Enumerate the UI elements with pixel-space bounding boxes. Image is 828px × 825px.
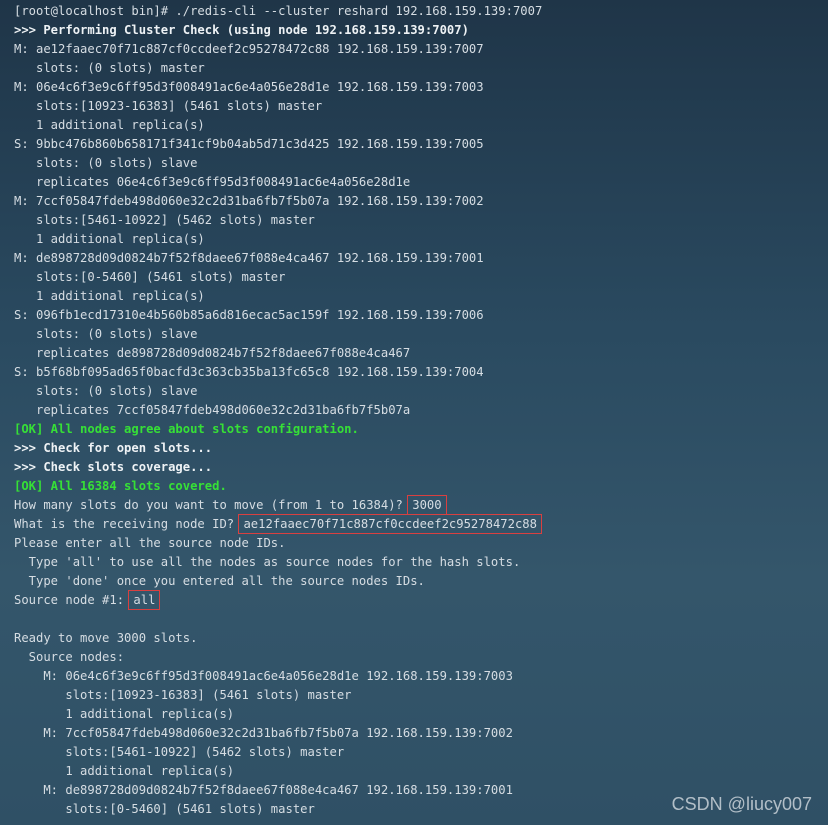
terminal-line: slots: (0 slots) slave xyxy=(14,382,828,401)
prompt-line: How many slots do you want to move (from… xyxy=(14,495,828,515)
terminal-line: Source nodes: xyxy=(14,648,828,667)
highlighted-input: 3000 xyxy=(407,495,447,515)
line-text: 1 additional replica(s) xyxy=(14,764,235,778)
line-text: M: de898728d09d0824b7f52f8daee67f088e4ca… xyxy=(14,251,484,265)
terminal-line: M: 06e4c6f3e9c6ff95d3f008491ac6e4a056e28… xyxy=(14,667,828,686)
line-text: M: 06e4c6f3e9c6ff95d3f008491ac6e4a056e28… xyxy=(14,80,484,94)
line-text: S: b5f68bf095ad65f0bacfd3c363cb35ba13fc6… xyxy=(14,365,484,379)
terminal-line: >>> Check for open slots... xyxy=(14,439,828,458)
terminal-line: Please enter all the source node IDs. xyxy=(14,534,828,553)
terminal-line: slots:[0-5460] (5461 slots) master xyxy=(14,268,828,287)
prompt-line: Source node #1: all xyxy=(14,590,828,610)
line-text: M: 7ccf05847fdeb498d060e32c2d31ba6fb7f5b… xyxy=(14,194,484,208)
terminal-line: M: ae12faaec70f71c887cf0ccdeef2c95278472… xyxy=(14,40,828,59)
line-text: slots:[5461-10922] (5462 slots) master xyxy=(14,745,345,759)
line-text: What is the receiving node ID? xyxy=(14,517,242,531)
terminal-line: 1 additional replica(s) xyxy=(14,705,828,724)
line-text: [root@localhost bin]# ./redis-cli --clus… xyxy=(14,4,543,18)
line-text: replicates de898728d09d0824b7f52f8daee67… xyxy=(14,346,411,360)
line-text: [OK] All nodes agree about slots configu… xyxy=(14,422,359,436)
terminal-line: Type 'done' once you entered all the sou… xyxy=(14,572,828,591)
terminal-line: replicates 06e4c6f3e9c6ff95d3f008491ac6e… xyxy=(14,173,828,192)
line-text: slots: (0 slots) slave xyxy=(14,156,198,170)
line-text: >>> Check for open slots... xyxy=(14,441,213,455)
line-text: Source node #1: xyxy=(14,593,132,607)
terminal-line: slots: (0 slots) slave xyxy=(14,154,828,173)
line-text: Ready to move 3000 slots. xyxy=(14,631,198,645)
terminal-line: 1 additional replica(s) xyxy=(14,230,828,249)
line-text: M: 7ccf05847fdeb498d060e32c2d31ba6fb7f5b… xyxy=(14,726,513,740)
terminal-line: S: 096fb1ecd17310e4b560b85a6d816ecac5ac1… xyxy=(14,306,828,325)
terminal-line: S: b5f68bf095ad65f0bacfd3c363cb35ba13fc6… xyxy=(14,363,828,382)
line-text: >>> Check slots coverage... xyxy=(14,460,213,474)
terminal-line: slots: (0 slots) master xyxy=(14,59,828,78)
line-text: How many slots do you want to move (from… xyxy=(14,498,411,512)
terminal-line: Type 'all' to use all the nodes as sourc… xyxy=(14,553,828,572)
line-text: S: 9bbc476b860b658171f341cf9b04ab5d71c3d… xyxy=(14,137,484,151)
line-text: Type 'all' to use all the nodes as sourc… xyxy=(14,555,521,569)
line-text: 1 additional replica(s) xyxy=(14,118,205,132)
line-text: 1 additional replica(s) xyxy=(14,707,235,721)
line-text: >>> Performing Cluster Check (using node… xyxy=(14,23,469,37)
terminal-line: S: 9bbc476b860b658171f341cf9b04ab5d71c3d… xyxy=(14,135,828,154)
line-text: Source nodes: xyxy=(14,650,125,664)
line-text: M: de898728d09d0824b7f52f8daee67f088e4ca… xyxy=(14,783,513,797)
line-text: slots:[0-5460] (5461 slots) master xyxy=(14,270,286,284)
line-text: M: 06e4c6f3e9c6ff95d3f008491ac6e4a056e28… xyxy=(14,669,513,683)
line-text: slots:[0-5460] (5461 slots) master xyxy=(14,802,315,816)
line-text: [OK] All 16384 slots covered. xyxy=(14,479,227,493)
terminal-line: M: de898728d09d0824b7f52f8daee67f088e4ca… xyxy=(14,249,828,268)
terminal-line: M: 7ccf05847fdeb498d060e32c2d31ba6fb7f5b… xyxy=(14,724,828,743)
highlighted-input: ae12faaec70f71c887cf0ccdeef2c95278472c88 xyxy=(238,514,542,534)
terminal-line: 1 additional replica(s) xyxy=(14,287,828,306)
line-text: 1 additional replica(s) xyxy=(14,232,205,246)
highlighted-input: all xyxy=(128,590,161,610)
line-text: slots:[10923-16383] (5461 slots) master xyxy=(14,99,323,113)
line-text: slots: (0 slots) slave xyxy=(14,327,198,341)
terminal-line: [root@localhost bin]# ./redis-cli --clus… xyxy=(14,2,828,21)
terminal-line: slots: (0 slots) slave xyxy=(14,325,828,344)
terminal-line: >>> Check slots coverage... xyxy=(14,458,828,477)
line-text: slots: (0 slots) slave xyxy=(14,384,198,398)
terminal-line: replicates de898728d09d0824b7f52f8daee67… xyxy=(14,344,828,363)
line-text: M: ae12faaec70f71c887cf0ccdeef2c95278472… xyxy=(14,42,484,56)
terminal-line: [OK] All 16384 slots covered. xyxy=(14,477,828,496)
line-text: replicates 7ccf05847fdeb498d060e32c2d31b… xyxy=(14,403,411,417)
terminal-line: slots:[10923-16383] (5461 slots) master xyxy=(14,97,828,116)
line-text: slots: (0 slots) master xyxy=(14,61,205,75)
csdn-watermark: CSDN @liucy007 xyxy=(671,794,812,814)
line-text: 1 additional replica(s) xyxy=(14,289,205,303)
terminal-line: slots:[5461-10922] (5462 slots) master xyxy=(14,743,828,762)
terminal-line: >>> Performing Cluster Check (using node… xyxy=(14,21,828,40)
line-text: S: 096fb1ecd17310e4b560b85a6d816ecac5ac1… xyxy=(14,308,484,322)
line-text: slots:[10923-16383] (5461 slots) master xyxy=(14,688,352,702)
line-text: Type 'done' once you entered all the sou… xyxy=(14,574,425,588)
line-text: slots:[5461-10922] (5462 slots) master xyxy=(14,213,315,227)
terminal-line: replicates 7ccf05847fdeb498d060e32c2d31b… xyxy=(14,401,828,420)
terminal-line: Ready to move 3000 slots. xyxy=(14,629,828,648)
terminal-line: slots:[10923-16383] (5461 slots) master xyxy=(14,686,828,705)
prompt-line: What is the receiving node ID? ae12faaec… xyxy=(14,514,828,534)
terminal-line: 1 additional replica(s) xyxy=(14,762,828,781)
terminal-line: M: 7ccf05847fdeb498d060e32c2d31ba6fb7f5b… xyxy=(14,192,828,211)
terminal-output[interactable]: [root@localhost bin]# ./redis-cli --clus… xyxy=(0,0,828,825)
terminal-line: 1 additional replica(s) xyxy=(14,116,828,135)
line-text: replicates 06e4c6f3e9c6ff95d3f008491ac6e… xyxy=(14,175,411,189)
line-text: Please enter all the source node IDs. xyxy=(14,536,286,550)
terminal-line: M: 06e4c6f3e9c6ff95d3f008491ac6e4a056e28… xyxy=(14,78,828,97)
terminal-line: [OK] All nodes agree about slots configu… xyxy=(14,420,828,439)
terminal-line: slots:[5461-10922] (5462 slots) master xyxy=(14,211,828,230)
